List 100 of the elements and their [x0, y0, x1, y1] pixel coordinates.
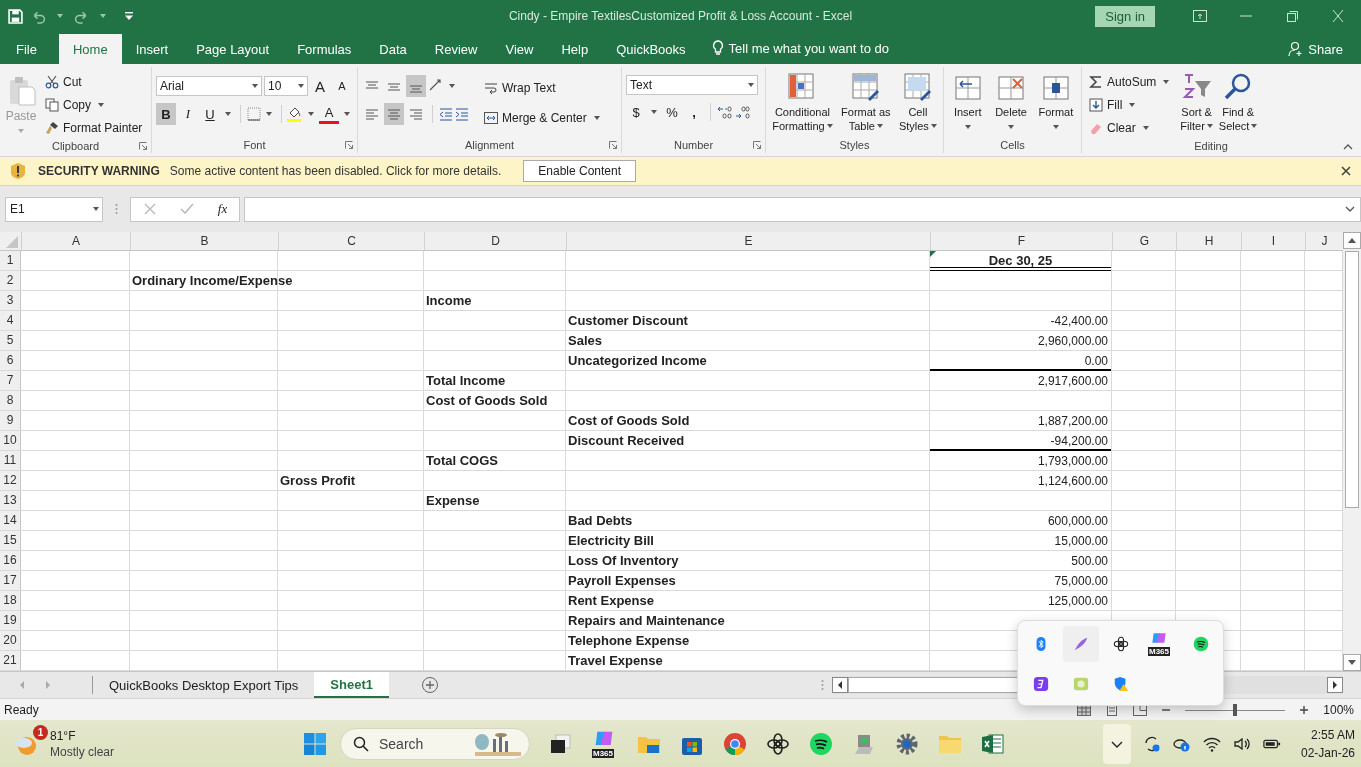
spreadsheet-app-icon[interactable]: [981, 731, 1005, 756]
caret-icon[interactable]: [265, 112, 272, 116]
row-header[interactable]: 5: [0, 331, 21, 350]
search-field[interactable]: Search: [340, 727, 530, 760]
zoom-in-icon[interactable]: [1299, 704, 1310, 715]
row-header[interactable]: 15: [0, 531, 21, 550]
caret-icon[interactable]: [225, 112, 231, 116]
formula-input[interactable]: [244, 196, 1361, 222]
format-painter-button[interactable]: Format Painter: [42, 117, 146, 139]
shrink-font-button[interactable]: A: [332, 75, 352, 97]
expand-icon[interactable]: [1345, 206, 1355, 212]
settings-icon[interactable]: [895, 731, 919, 756]
ribbon-tab[interactable]: Formulas: [283, 34, 366, 64]
clear-button[interactable]: Clear: [1086, 117, 1176, 139]
sheet-tab[interactable]: QuickBooks Desktop Export Tips: [93, 672, 315, 698]
ribbon-tab[interactable]: Help: [547, 34, 603, 64]
row-header[interactable]: 12: [0, 471, 21, 490]
column-header[interactable]: I: [1241, 232, 1305, 250]
fill-color-icon[interactable]: [287, 106, 303, 122]
feather-icon[interactable]: [1073, 636, 1089, 652]
dialog-launcher-icon[interactable]: [345, 141, 353, 149]
row-header[interactable]: 7: [0, 371, 21, 390]
scrollbar-thumb[interactable]: [1345, 251, 1359, 508]
row-header[interactable]: 18: [0, 591, 21, 610]
ribbon-tab[interactable]: Review: [420, 34, 492, 64]
bold-button[interactable]: B: [156, 103, 176, 125]
dialog-launcher-icon[interactable]: [139, 142, 147, 150]
cells-button[interactable]: Format: [1036, 69, 1076, 137]
insert-function-button[interactable]: fx: [217, 201, 228, 217]
increase-decimal-icon[interactable]: [717, 104, 733, 120]
start-icon[interactable]: [303, 731, 327, 756]
copy-button[interactable]: Copy: [42, 94, 146, 116]
customize-toolbar-icon[interactable]: [125, 12, 133, 20]
page-layout-view-icon[interactable]: [1105, 703, 1120, 716]
clock-date[interactable]: 02-Jan-26: [1300, 743, 1355, 762]
scroll-up-icon[interactable]: [1343, 232, 1361, 249]
knot-logo-icon[interactable]: [766, 731, 790, 756]
security-warning-message[interactable]: Some active content has been disabled. Click for more details.: [169, 164, 502, 178]
decrease-indent-icon[interactable]: [439, 107, 453, 121]
shield-warning-icon[interactable]: [1113, 676, 1129, 692]
caret-icon[interactable]: [57, 14, 63, 18]
wrap-text-button[interactable]: Wrap Text: [481, 77, 606, 99]
music-app-icon[interactable]: [1193, 636, 1209, 652]
row-header[interactable]: 16: [0, 551, 21, 570]
row-header[interactable]: 3: [0, 291, 21, 310]
ribbon-display-icon[interactable]: [1193, 10, 1207, 22]
column-header[interactable]: C: [278, 232, 424, 250]
dialog-launcher-icon[interactable]: [753, 141, 761, 149]
restore-icon[interactable]: [1285, 10, 1299, 22]
sign-in-button[interactable]: Sign in: [1095, 5, 1155, 27]
ribbon-tab[interactable]: File: [0, 34, 51, 64]
dialog-launcher-icon[interactable]: [609, 141, 617, 149]
scrollbar-thumb[interactable]: [848, 677, 1020, 693]
knot-logo-icon[interactable]: [1113, 636, 1129, 652]
cut-button[interactable]: Cut: [42, 71, 146, 93]
scroll-right-icon[interactable]: [1327, 677, 1343, 693]
zoom-slider[interactable]: [1185, 703, 1286, 716]
ribbon-tab[interactable]: Insert: [121, 34, 183, 64]
row-header[interactable]: 11: [0, 451, 21, 470]
browser-icon[interactable]: [723, 731, 747, 756]
increase-indent-icon[interactable]: [455, 107, 469, 121]
caret-icon[interactable]: [308, 112, 314, 116]
share-button[interactable]: Share: [1288, 34, 1343, 64]
styles-button[interactable]: Cell Styles: [897, 69, 938, 137]
save-icon[interactable]: [8, 8, 23, 24]
app-icon[interactable]: [1033, 676, 1049, 692]
cells-button[interactable]: Insert: [949, 69, 986, 137]
font-name-dropdown[interactable]: Arial: [156, 76, 262, 96]
enable-content-button[interactable]: Enable Content: [523, 160, 637, 182]
comma-style-button[interactable]: ,: [684, 101, 704, 123]
autosum-button[interactable]: AutoSum: [1086, 71, 1176, 93]
sync-icon[interactable]: [1142, 734, 1161, 753]
add-sheet-icon[interactable]: [420, 676, 439, 694]
grow-font-button[interactable]: A: [310, 75, 330, 97]
ribbon-tab[interactable]: QuickBooks: [602, 34, 700, 64]
ribbon-tab[interactable]: Home: [58, 34, 122, 64]
fill-button[interactable]: Fill: [1086, 94, 1176, 116]
scroll-down-icon[interactable]: [1343, 654, 1361, 671]
caret-icon[interactable]: [449, 84, 455, 88]
percent-button[interactable]: %: [662, 101, 682, 123]
italic-button[interactable]: I: [178, 103, 198, 125]
row-header[interactable]: 8: [0, 391, 21, 410]
ribbon-tab[interactable]: View: [491, 34, 548, 64]
styles-button[interactable]: Format as Table: [840, 69, 892, 137]
font-color-button[interactable]: A: [319, 104, 339, 124]
find-select-button[interactable]: Find & Select: [1217, 69, 1259, 139]
underline-button[interactable]: U: [200, 103, 220, 125]
ribbon-tab[interactable]: Data: [365, 34, 421, 64]
merge-center-button[interactable]: Merge & Center: [481, 107, 606, 129]
column-header[interactable]: E: [566, 232, 930, 250]
row-header[interactable]: 4: [0, 311, 21, 330]
scroll-left-icon[interactable]: [832, 677, 848, 693]
row-header[interactable]: 17: [0, 571, 21, 590]
styles-button[interactable]: Conditional Formatting: [771, 69, 834, 137]
row-header[interactable]: 19: [0, 611, 21, 630]
slider-thumb[interactable]: [1233, 703, 1238, 716]
music-app-icon[interactable]: [809, 731, 833, 756]
row-header[interactable]: 20: [0, 631, 21, 650]
column-header[interactable]: H: [1176, 232, 1241, 250]
borders-icon[interactable]: [246, 107, 261, 121]
